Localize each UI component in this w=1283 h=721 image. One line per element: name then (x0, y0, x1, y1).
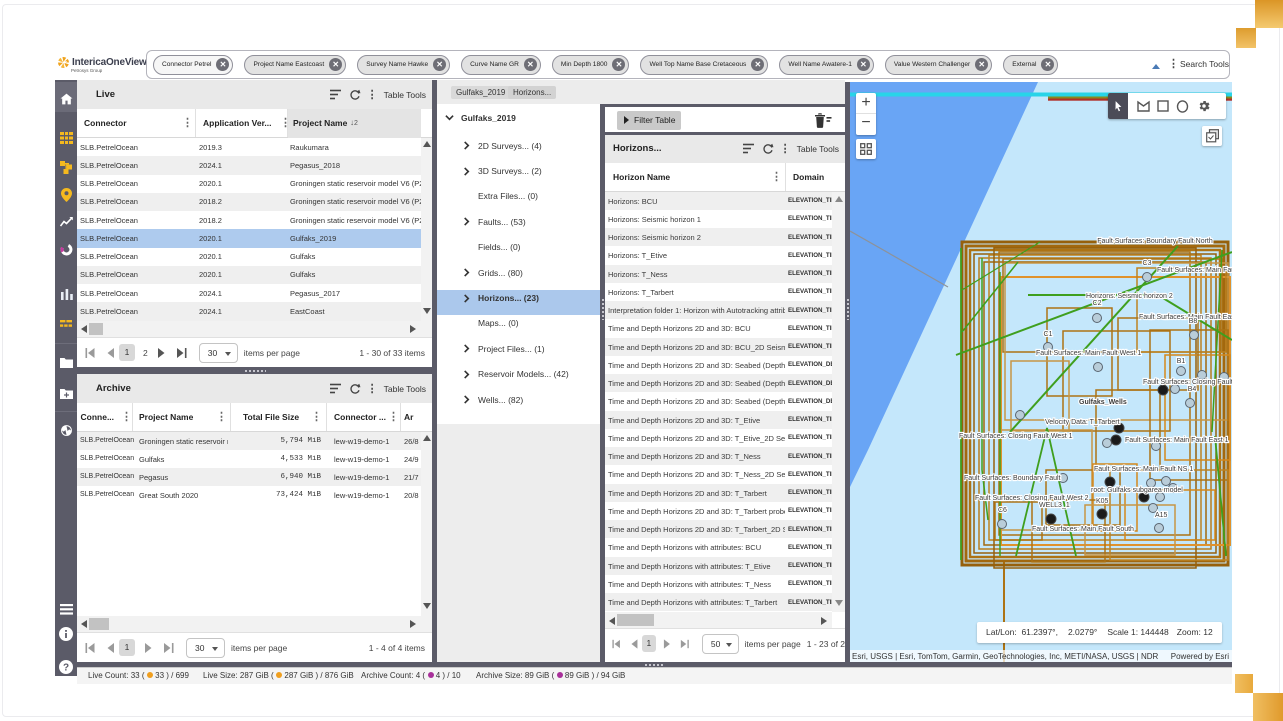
svg-text:Fault Surfaces: Main Fault Eas: Fault Surfaces: Main Fault East 1 (1125, 437, 1229, 444)
svg-text:C1: C1 (1044, 331, 1053, 338)
svg-text:C3: C3 (1143, 260, 1152, 267)
svg-text:Gulfaks_Wells: Gulfaks_Wells (1079, 399, 1127, 406)
svg-text:?: ? (63, 663, 69, 674)
svg-text:Fault Surfaces: Boundary Fault: Fault Surfaces: Boundary Fault (964, 475, 1061, 482)
svg-text:B4: B4 (1188, 386, 1197, 393)
svg-text:Fault Surfaces: Main Fault NS: Fault Surfaces: Main Fault NS 1 (1094, 466, 1193, 473)
svg-text:Fault Surfaces: Main Fault Wes: Fault Surfaces: Main Fault West 1 (1036, 350, 1141, 357)
svg-text:B8: B8 (1189, 318, 1198, 325)
svg-text:Fault Surfaces: Main Fault: Fault Surfaces: Main Fault (1157, 267, 1232, 274)
svg-text:Horizons: Seismic horizon 2: Horizons: Seismic horizon 2 (1086, 293, 1173, 300)
svg-text:A15: A15 (1155, 512, 1168, 519)
svg-text:Fault Surfaces: Boundary Fault: Fault Surfaces: Boundary Fault North (1097, 238, 1213, 245)
svg-text:WELL3_1: WELL3_1 (1039, 502, 1070, 509)
svg-text:Fault Surfaces: Main Fault Sou: Fault Surfaces: Main Fault South (1032, 526, 1134, 533)
svg-text:C2: C2 (1093, 300, 1102, 307)
svg-text:C6: C6 (998, 507, 1007, 514)
svg-text:root: Gulfaks subgarea model: root: Gulfaks subgarea model (1091, 487, 1183, 494)
svg-text:Fault Surfaces: Closing Fault: Fault Surfaces: Closing Fault West 2 (975, 495, 1089, 502)
svg-text:Fault Surfaces: Closing Fault: Fault Surfaces: Closing Fault (1143, 379, 1232, 386)
svg-text:K05: K05 (1096, 498, 1109, 505)
svg-text:B1: B1 (1177, 358, 1186, 365)
svg-text:Fault Surfaces: Main Fault Eas: Fault Surfaces: Main Fault East (1139, 314, 1232, 321)
svg-text:Velocity Data: T_Tarbert: Velocity Data: T_Tarbert (1045, 419, 1120, 426)
svg-text:Fault Surfaces: Closing Fault: Fault Surfaces: Closing Fault West 1 (959, 433, 1073, 440)
